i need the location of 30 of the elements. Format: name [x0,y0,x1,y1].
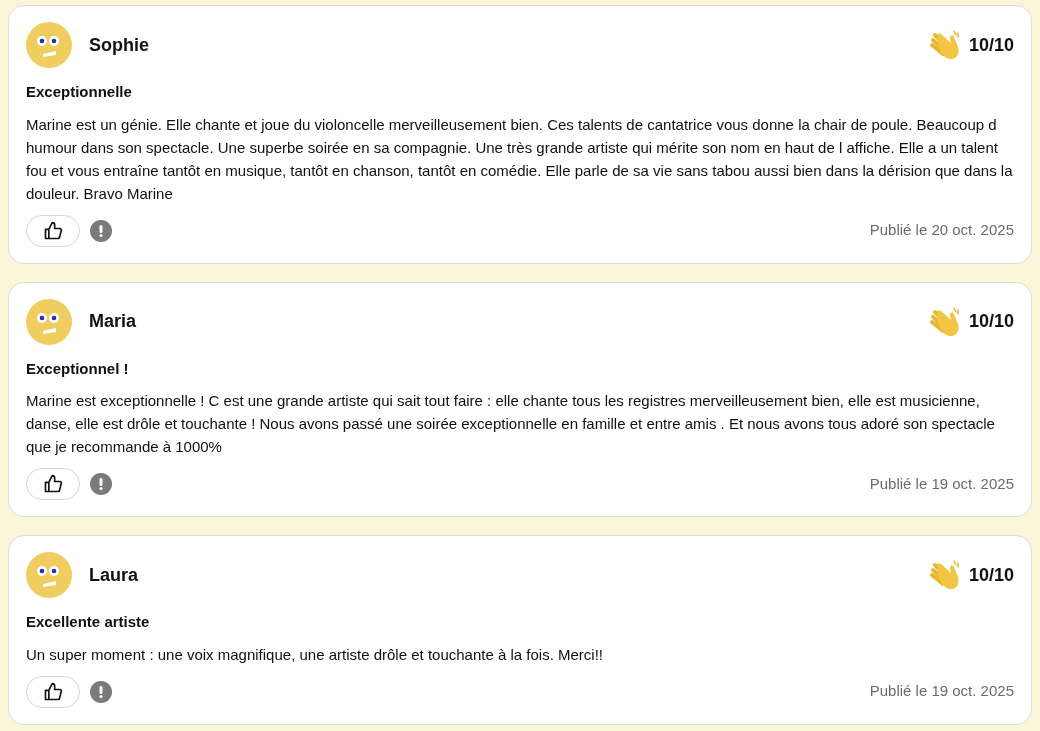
exclamation-icon [99,685,103,698]
review-title: Exceptionnelle [26,82,133,102]
publish-date: Publié le 19 oct. 2025 [869,473,1014,494]
review-text: Marine est exceptionnelle ! C est une grande artiste qui sait tout faire : elle chante tous les registres merveilleusement bien, elle est musicienne, danse, elle est drôle et touchante ! Nous avons passé une soirée exceptionnelle en famille et entre amis . Et nous avons tous adoré son spectacle que je recommande à 1000% [26,391,996,457]
review-title: Excellente artiste [26,612,151,632]
author-name: Laura [89,563,139,587]
review-text: Marine est un génie. Elle chante et joue du violoncelle merveilleusement bien. Ces talents de cantatrice vous donne la chair de poule. Beaucoup d humour dans son spectacle. Une superbe soirée en sa compagnie. Une très grande artiste qui mérite son nom en haut de l affiche. Elle a un talent fou et vous entraîne tantôt en musique, tantôt en chanson, tantôt en comédie. Elle parle de sa vie sans tabou aussi bien dans la dérision que dans la douleur. Bravo Marine [26,114,1014,204]
exclamation-icon [99,478,103,490]
review-title: Exceptionnel ! [26,358,130,379]
review-text: Un super moment : une voix magnifique, une artiste drôle et touchante à la fois. Merci!! [26,644,604,665]
avatar-icon [26,22,72,68]
thumbs-up-icon [43,681,63,702]
report-button[interactable] [90,680,112,703]
thumbs-up-icon [43,474,63,494]
publish-date: Publié le 20 oct. 2025 [869,220,1014,241]
avatar-icon [26,298,72,345]
score: 10/10 [968,33,1014,57]
thumbs-up-icon [43,220,63,241]
score: 10/10 [968,310,1014,333]
clapping-hands-icon [928,29,961,61]
exclamation-icon [99,224,103,237]
report-button[interactable] [90,219,112,242]
score: 10/10 [968,563,1014,587]
publish-date: Publié le 19 oct. 2025 [869,681,1014,702]
author-name: Sophie [89,33,149,57]
author-name: Maria [89,310,137,333]
report-button[interactable] [90,473,112,495]
clapping-hands-icon [928,559,961,591]
clapping-hands-icon [928,305,961,338]
avatar-icon [26,552,72,598]
